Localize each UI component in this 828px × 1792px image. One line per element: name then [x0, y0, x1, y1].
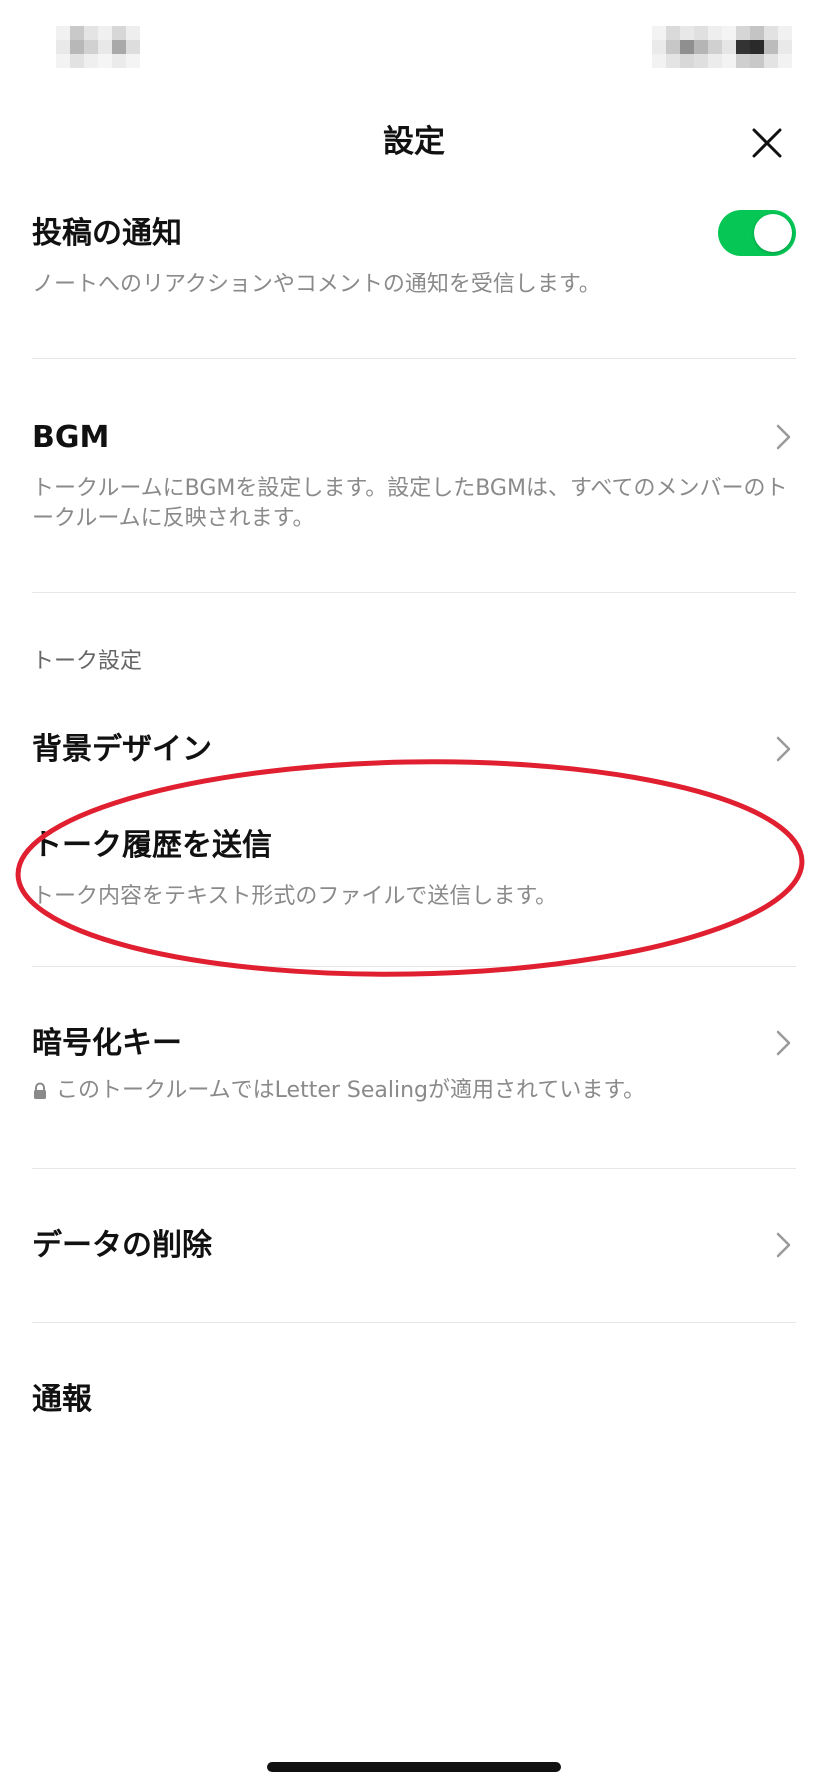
status-bar-right: [652, 26, 792, 68]
encryption-key-row[interactable]: 暗号化キー このトークルームではLetter Sealingが適用されています。: [32, 1022, 796, 1106]
post-notification-title: 投稿の通知: [32, 216, 182, 251]
page-title: 設定: [383, 124, 445, 160]
bgm-description: トークルームにBGMを設定します。設定したBGMは、すべてのメンバーのトークルー…: [32, 476, 788, 531]
send-history-description: トーク内容をテキスト形式のファイルで送信します。: [32, 884, 558, 909]
chevron-right-icon: [776, 1232, 791, 1258]
lock-icon: [34, 1082, 46, 1099]
encryption-key-description: このトークルームではLetter Sealingが適用されています。: [56, 1078, 646, 1103]
divider: [32, 1322, 796, 1323]
send-history-row[interactable]: トーク履歴を送信 トーク内容をテキスト形式のファイルで送信します。: [32, 824, 796, 912]
report-title: 通報: [32, 1382, 92, 1417]
chevron-right-icon: [776, 736, 791, 762]
status-bar-left: [56, 26, 140, 68]
background-design-row[interactable]: 背景デザイン: [32, 728, 796, 772]
bgm-title: BGM: [32, 420, 110, 455]
home-indicator: [267, 1762, 561, 1772]
bgm-row[interactable]: BGM トークルームにBGMを設定します。設定したBGMは、すべてのメンバーのト…: [32, 416, 796, 534]
background-design-title: 背景デザイン: [32, 732, 212, 767]
divider: [32, 358, 796, 359]
encryption-key-title: 暗号化キー: [32, 1026, 182, 1061]
delete-data-title: データの削除: [32, 1228, 212, 1263]
divider: [32, 1168, 796, 1169]
report-row[interactable]: 通報: [32, 1378, 796, 1422]
encryption-key-description-wrap: このトークルームではLetter Sealingが適用されています。: [32, 1076, 796, 1106]
close-button[interactable]: [742, 118, 792, 168]
section-label-talk-settings: トーク設定: [32, 649, 143, 674]
post-notification-toggle[interactable]: [718, 210, 796, 256]
divider: [32, 592, 796, 593]
send-history-title: トーク履歴を送信: [32, 828, 272, 863]
chevron-right-icon: [776, 424, 791, 450]
toggle-knob: [754, 214, 792, 252]
post-notification-row: 投稿の通知 ノートへのリアクションやコメントの通知を受信します。: [32, 212, 796, 300]
chevron-right-icon: [776, 1030, 791, 1056]
post-notification-description: ノートへのリアクションやコメントの通知を受信します。: [32, 272, 601, 297]
close-icon: [752, 128, 782, 158]
divider: [32, 966, 796, 967]
delete-data-row[interactable]: データの削除: [32, 1224, 796, 1268]
